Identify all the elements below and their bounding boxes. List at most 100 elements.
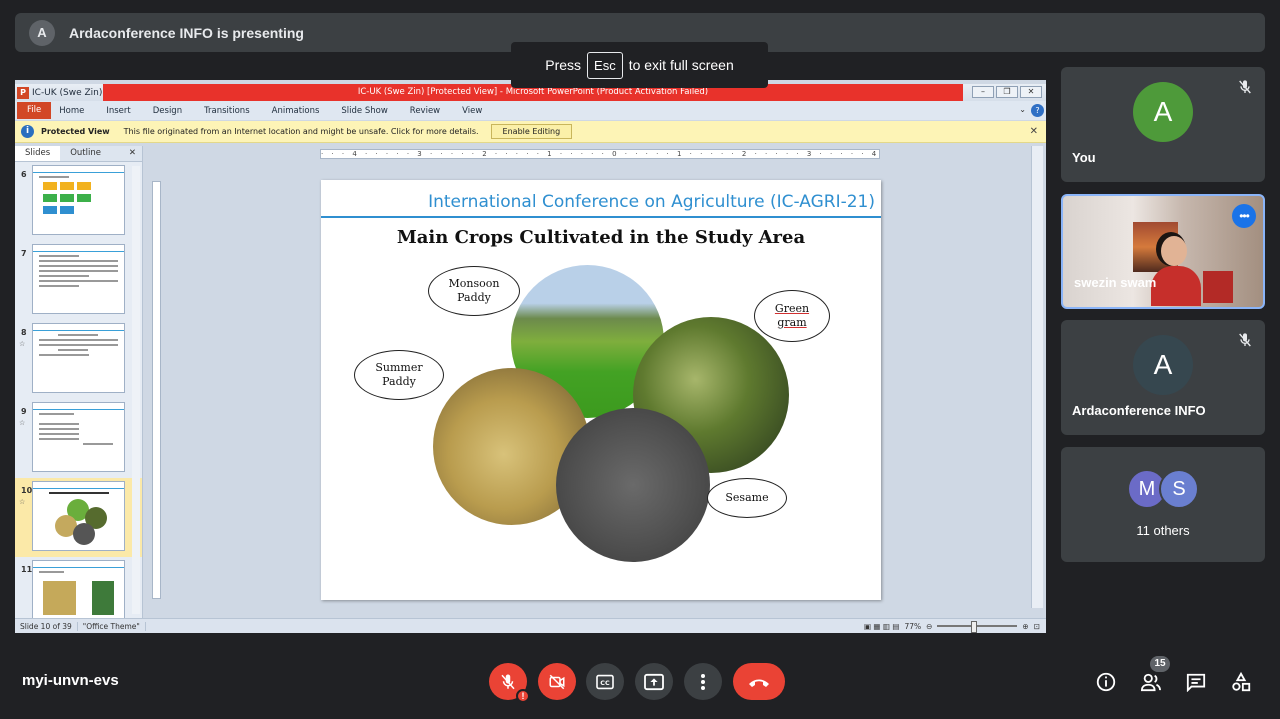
zoom-out-icon: ⊖	[926, 621, 933, 631]
minimize-icon: –	[972, 86, 994, 98]
participant-tile-host[interactable]: A Ardaconference INFO	[1061, 320, 1265, 435]
summer-paddy-callout: Summer Paddy	[354, 350, 444, 400]
sesame-label: Sesame	[725, 491, 769, 504]
present-screen-button[interactable]	[635, 663, 673, 700]
background-chair	[1203, 271, 1233, 303]
thumbnail-row: 9 ☆	[15, 399, 142, 478]
activities-button[interactable]	[1229, 670, 1253, 694]
animation-icon: ☆	[19, 419, 26, 427]
thumbnail-number: 6	[21, 170, 27, 179]
restore-icon: ❐	[996, 86, 1018, 98]
more-options-button[interactable]	[684, 663, 722, 700]
others-avatars: M S	[1061, 469, 1265, 509]
ribbon-tab-animations: Animations	[271, 105, 320, 116]
ribbon-tabs: File Home Insert Design Transitions Anim…	[15, 101, 1046, 120]
thumbnail-number: 11	[21, 565, 33, 574]
animation-icon: ☆	[19, 498, 26, 506]
window-title-left: IC-UK (Swe Zin) [	[32, 87, 109, 98]
green-gram-callout: Green gram	[754, 290, 830, 342]
slide-thumbnail	[32, 244, 125, 314]
info-icon	[1096, 672, 1116, 692]
shared-screen: P IC-UK (Swe Zin) [ IC-UK (Swe Zin) [Pro…	[15, 80, 1046, 633]
avatar: A	[1133, 335, 1193, 395]
ppt-status-bar: Slide 10 of 39 "Office Theme" ▣ ▦ ▥ ▤ 77…	[15, 618, 1046, 633]
participant-tile-you[interactable]: A You	[1061, 67, 1265, 182]
sesame-photo	[556, 408, 710, 562]
mic-off-icon	[501, 674, 515, 689]
participant-tile-video[interactable]: ••• swezin swam	[1061, 194, 1265, 309]
ribbon-tab-review: Review	[409, 105, 441, 116]
pane-tab-slides: Slides	[15, 146, 61, 161]
protected-view-label: Protected View	[41, 127, 110, 136]
thumbnail-row: 6	[15, 162, 142, 241]
header-rule	[321, 216, 881, 218]
presenter-avatar: A	[29, 19, 55, 46]
summer-paddy-label: Summer Paddy	[375, 361, 423, 388]
svg-text:CC: CC	[600, 679, 610, 687]
info-icon: i	[21, 125, 34, 138]
more-options-icon[interactable]: •••	[1232, 204, 1256, 228]
slide-thumbnail	[32, 165, 125, 235]
monsoon-paddy-callout: Monsoon Paddy	[428, 266, 520, 316]
mic-off-icon	[1239, 80, 1251, 94]
help-icon: ?	[1031, 104, 1044, 117]
hang-up-icon	[749, 679, 769, 687]
warning-icon: !	[516, 689, 530, 703]
more-vert-icon	[701, 673, 705, 690]
participant-tile-others[interactable]: M S 11 others	[1061, 447, 1265, 562]
camera-off-icon	[549, 674, 565, 689]
slides-pane: Slides Outline ✕ 6 7 8 ☆ 9 ☆ 10 ☆ 11	[15, 146, 143, 618]
leave-call-button[interactable]	[733, 663, 785, 700]
mic-off-icon	[1239, 333, 1251, 347]
ribbon-tab-transitions: Transitions	[204, 105, 250, 116]
chat-button[interactable]	[1184, 670, 1208, 694]
zoom-slider	[937, 621, 1018, 633]
captions-button[interactable]: CC	[586, 663, 624, 700]
slide-editor: · · · 4 · · · · · 3 · · · · · 2 · · · · …	[145, 146, 1043, 618]
close-bar-icon: ✕	[1029, 126, 1038, 137]
theme-name: "Office Theme"	[78, 621, 146, 631]
slide-title: Main Crops Cultivated in the Study Area	[396, 227, 806, 248]
ribbon-tab-view: View	[462, 105, 483, 116]
ribbon-file-tab: File	[17, 102, 52, 119]
pane-tabs: Slides Outline ✕	[15, 146, 142, 162]
conference-header: International Conference on Agriculture …	[428, 192, 875, 212]
fit-slide-icon: ⊡	[1033, 621, 1040, 631]
microphone-button[interactable]: !	[489, 663, 530, 703]
esc-key-label: Esc	[587, 51, 623, 79]
thumbnail-number: 8	[21, 328, 27, 337]
thumbnail-number: 10	[21, 486, 33, 495]
others-count-label: 11 others	[1136, 523, 1190, 538]
participant-video	[1151, 236, 1201, 306]
thumbnail-number: 9	[21, 407, 27, 416]
protected-view-message: This file originated from an Internet lo…	[123, 127, 479, 136]
monsoon-paddy-label: Monsoon Paddy	[448, 277, 500, 304]
slide-thumbnail-current	[32, 481, 125, 551]
ribbon-collapse-icon: ⌄	[1019, 105, 1026, 114]
participant-name: swezin swam	[1074, 275, 1157, 290]
present-icon	[644, 673, 664, 690]
close-window-icon: ✕	[1020, 86, 1042, 98]
slide-thumbnail	[32, 560, 125, 618]
participant-name: You	[1072, 150, 1096, 165]
activities-icon	[1232, 671, 1251, 692]
sesame-callout: Sesame	[707, 478, 787, 518]
thumbnail-row: 11	[15, 557, 142, 618]
thumbnail-row-selected: 10 ☆	[15, 478, 142, 557]
people-icon	[1140, 673, 1161, 692]
avatar: A	[1133, 82, 1193, 142]
thumbnail-row: 8 ☆	[15, 320, 142, 399]
slide-thumbnail	[32, 402, 125, 472]
pane-scrollbar	[132, 166, 140, 614]
horizontal-ruler: · · · 4 · · · · · 3 · · · · · 2 · · · · …	[320, 149, 880, 159]
zoom-controls: ▣ ▦ ▥ ▤ 77% ⊖ ⊕ ⊡	[863, 621, 1046, 633]
slide-thumbnail	[32, 323, 125, 393]
ribbon-tab-insert: Insert	[106, 105, 131, 116]
animation-icon: ☆	[19, 340, 26, 348]
camera-button[interactable]	[538, 663, 576, 700]
meeting-info-button[interactable]	[1094, 670, 1118, 694]
view-buttons-icon: ▣ ▦ ▥ ▤	[863, 621, 900, 631]
thumbnail-row: 7	[15, 241, 142, 320]
powerpoint-icon: P	[17, 86, 29, 99]
people-button[interactable]	[1139, 670, 1163, 694]
